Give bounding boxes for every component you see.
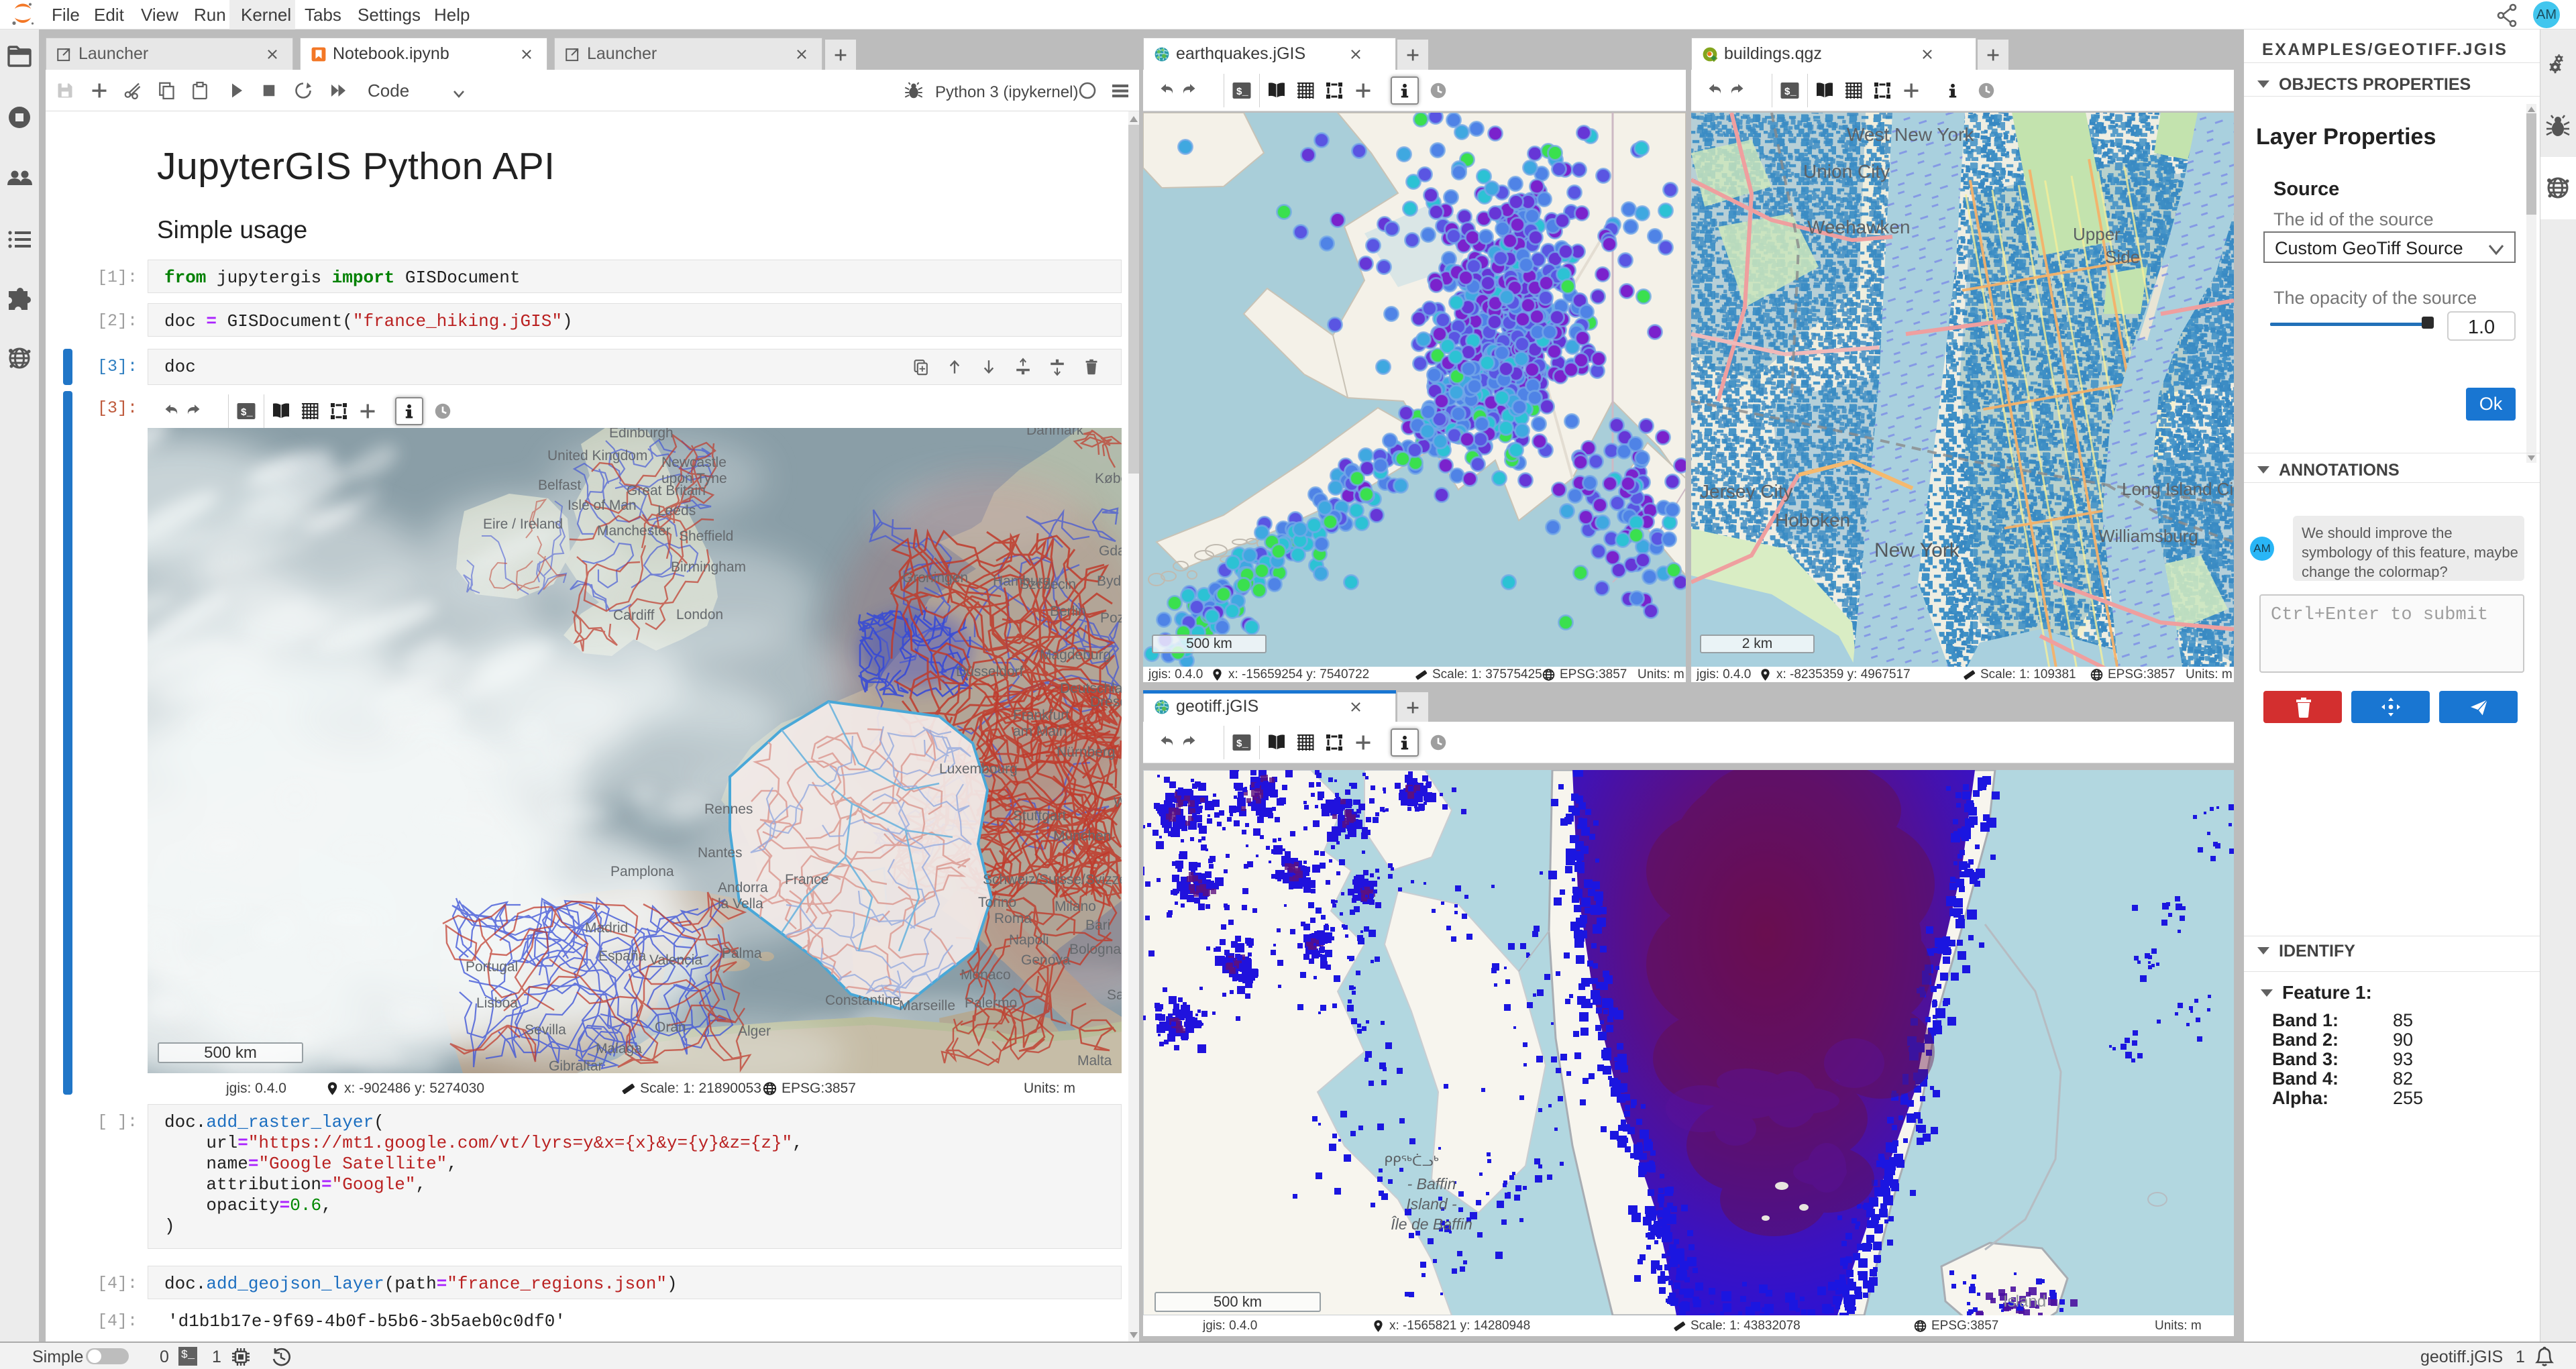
svg-text:Groningen: Groningen <box>902 570 968 586</box>
svg-text:Hoboken: Hoboken <box>1775 510 1850 531</box>
svg-text:$_: $_ <box>241 407 254 419</box>
svg-text:Genova: Genova <box>1021 952 1071 968</box>
svg-text:Isle of Man: Isle of Man <box>568 498 637 513</box>
svg-text:Belfast: Belfast <box>538 478 581 493</box>
svg-text:Nürnberg: Nürnberg <box>1057 745 1116 760</box>
svg-text:Dresden: Dresden <box>1090 694 1122 710</box>
svg-text:København: København <box>1095 471 1122 486</box>
svg-text:New York: New York <box>1874 539 1960 561</box>
svg-text:Pamplona: Pamplona <box>610 864 674 879</box>
svg-text:Weehawken: Weehawken <box>1807 217 1911 237</box>
svg-text:Malaga: Malaga <box>596 1041 642 1056</box>
svg-text:$_: $_ <box>1784 87 1797 98</box>
svg-text:Williamsburg: Williamsburg <box>2098 526 2198 546</box>
svg-text:Palma: Palma <box>722 946 762 961</box>
svg-text:Luxembourg: Luxembourg <box>939 761 1018 777</box>
svg-text:Manchester: Manchester <box>597 523 671 539</box>
svg-text:Newcastle: Newcastle <box>661 455 727 470</box>
svg-text:Valencia: Valencia <box>649 952 702 968</box>
svg-text:France: France <box>785 872 828 887</box>
svg-text:Schweiz/Suisse/Svizzera: Schweiz/Suisse/Svizzera <box>983 872 1122 887</box>
svg-text:- Baffin: - Baffin <box>1407 1175 1456 1193</box>
svg-text:Madrid: Madrid <box>585 920 628 936</box>
svg-text:ᑭᑭᖅᑖᓗᒃ: ᑭᑭᖅᑖᓗᒃ <box>1384 1153 1438 1169</box>
svg-text:Magdeburg: Magdeburg <box>1040 647 1111 663</box>
svg-text:Jersey City: Jersey City <box>1700 481 1792 502</box>
svg-text:Long Island City: Long Island City <box>2122 479 2234 499</box>
svg-text:Danmark: Danmark <box>1026 428 1084 438</box>
svg-text:Torino: Torino <box>978 895 1016 910</box>
svg-text:Island -: Island - <box>1406 1195 1457 1213</box>
svg-text:West New York: West New York <box>1847 124 1974 145</box>
svg-text:Roma: Roma <box>994 911 1032 926</box>
svg-text:$_: $_ <box>1236 738 1249 750</box>
svg-text:Palermo: Palermo <box>965 995 1017 1011</box>
svg-text:United Kingdom: United Kingdom <box>547 448 647 463</box>
svg-text:Sheffield: Sheffield <box>679 529 733 544</box>
svg-text:Upper: Upper <box>2073 224 2121 244</box>
svg-text:Union City: Union City <box>1803 161 1890 182</box>
svg-text:Sevilla: Sevilla <box>525 1022 566 1038</box>
svg-text:Oran: Oran <box>655 1020 686 1035</box>
svg-text:Cardiff: Cardiff <box>613 608 655 623</box>
svg-text:Napoli: Napoli <box>1009 932 1049 948</box>
svg-text:Constantine: Constantine <box>825 993 900 1008</box>
svg-text:Gibraltar: Gibraltar <box>549 1058 603 1073</box>
svg-text:la Vella: la Vella <box>718 896 763 912</box>
svg-text:Bydgoszcz: Bydgoszcz <box>1097 573 1122 589</box>
svg-text:Hamburg: Hamburg <box>993 573 1051 589</box>
svg-text:Berlin: Berlin <box>1050 604 1086 619</box>
svg-text:München: München <box>1053 828 1111 844</box>
svg-text:Sarajevo: Sarajevo <box>1107 987 1122 1003</box>
svg-text:Great Britain: Great Britain <box>627 483 706 498</box>
svg-text:Portugal: Portugal <box>466 959 518 975</box>
svg-text:Birmingham: Birmingham <box>671 559 746 575</box>
svg-text:Leeds: Leeds <box>657 503 696 518</box>
svg-text:Düsseldorf: Düsseldorf <box>956 664 1024 679</box>
svg-text:Monaco: Monaco <box>961 967 1011 983</box>
svg-text:$_: $_ <box>1236 87 1249 98</box>
svg-text:Rennes: Rennes <box>704 802 753 817</box>
svg-text:Eire / Ireland: Eire / Ireland <box>483 516 563 532</box>
svg-text:Edinburgh: Edinburgh <box>609 428 674 441</box>
svg-text:am Main: am Main <box>1013 724 1067 739</box>
svg-text:Malta: Malta <box>1077 1053 1112 1069</box>
svg-text:Poznań: Poznań <box>1100 610 1122 626</box>
svg-text:Île de Baffin: Île de Baffin <box>1391 1215 1472 1233</box>
svg-text:Bari: Bari <box>1085 918 1110 933</box>
svg-text:Andorra: Andorra <box>718 880 768 895</box>
svg-text:Bologna: Bologna <box>1069 942 1121 957</box>
svg-text:Stuttgart: Stuttgart <box>1013 808 1067 824</box>
svg-text:Milano: Milano <box>1055 899 1096 914</box>
svg-text:Nantes: Nantes <box>698 845 743 861</box>
svg-text:España: España <box>598 948 647 964</box>
svg-text:London: London <box>676 607 723 622</box>
svg-text:Frankfurt: Frankfurt <box>1013 708 1069 723</box>
svg-text:Marseille: Marseille <box>899 998 955 1014</box>
svg-text:Island: Island <box>2003 1293 2046 1311</box>
svg-text:Wien: Wien <box>1114 795 1122 810</box>
svg-text:Gdańsk: Gdańsk <box>1099 543 1122 559</box>
svg-text:Lisboa: Lisboa <box>476 995 518 1011</box>
svg-text:Alger: Alger <box>738 1024 771 1039</box>
svg-text:Side: Side <box>2105 247 2140 267</box>
